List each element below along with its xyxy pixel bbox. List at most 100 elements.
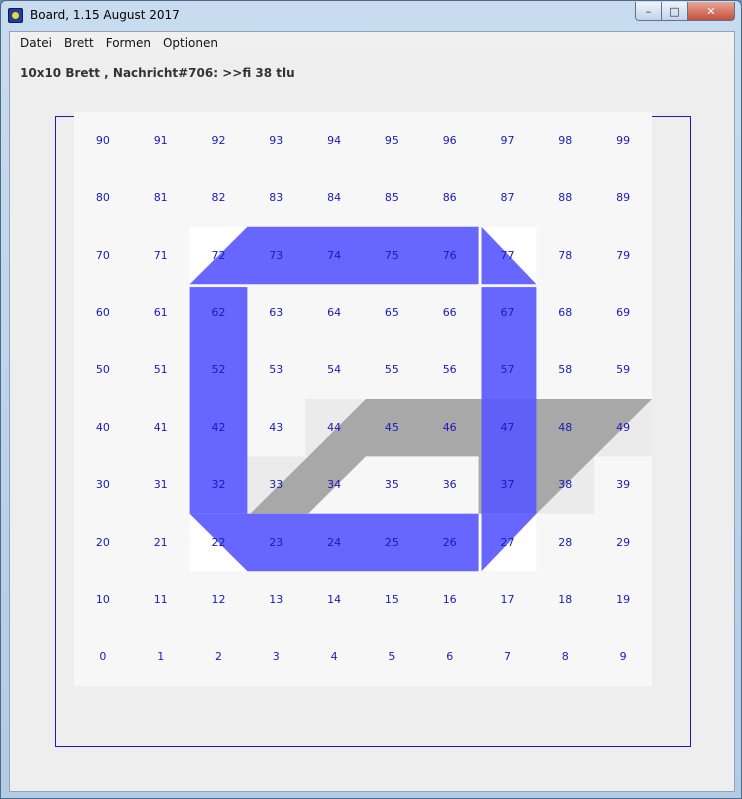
cell-number-79: 79	[616, 248, 631, 262]
cell-number-21: 21	[153, 535, 168, 549]
cell-number-64: 64	[327, 305, 342, 319]
cell-number-53: 53	[269, 363, 284, 377]
cell-number-98: 98	[558, 133, 573, 147]
cell-number-81: 81	[153, 191, 168, 205]
cell-number-84: 84	[327, 191, 342, 205]
cell-number-50: 50	[95, 363, 110, 377]
cell-number-77: 77	[500, 248, 515, 262]
cell-number-62: 62	[211, 305, 226, 319]
cell-number-46: 46	[442, 420, 457, 434]
app-icon[interactable]	[8, 8, 23, 23]
cell-number-90: 90	[95, 133, 110, 147]
maximize-button[interactable]: □	[661, 2, 688, 21]
cell-number-35: 35	[384, 478, 399, 492]
cell-number-9: 9	[619, 650, 627, 664]
cell-number-25: 25	[384, 535, 399, 549]
cell-number-11: 11	[153, 592, 168, 606]
cell-number-65: 65	[384, 305, 399, 319]
menu-formen[interactable]: Formen	[100, 36, 157, 50]
cell-number-5: 5	[388, 650, 396, 664]
cell-number-43: 43	[269, 420, 284, 434]
cell-number-78: 78	[558, 248, 573, 262]
cell-number-3: 3	[272, 650, 280, 664]
cell-number-7: 7	[504, 650, 511, 664]
cell-number-91: 91	[153, 133, 168, 147]
cell-number-44: 44	[327, 420, 342, 434]
cell-number-10: 10	[95, 592, 110, 606]
cell-number-31: 31	[153, 478, 168, 492]
cell-number-93: 93	[269, 133, 284, 147]
status-message: 10x10 Brett , Nachricht#706: >>fi 38 tlu	[20, 66, 295, 80]
menu-optionen[interactable]: Optionen	[157, 36, 224, 50]
cell-number-88: 88	[558, 191, 573, 205]
cell-number-29: 29	[616, 535, 631, 549]
cell-number-52: 52	[211, 363, 226, 377]
cell-number-37: 37	[500, 478, 515, 492]
cell-number-68: 68	[558, 305, 573, 319]
cell-number-83: 83	[269, 191, 284, 205]
cell-number-16: 16	[442, 592, 457, 606]
game-board[interactable]: 0 1 2 3 4 5 6 7 8 9 10 11 12 13 14 15 16 17 18 19 20 21 22 23 24…	[74, 112, 652, 686]
cell-number-23: 23	[269, 535, 284, 549]
close-button[interactable]: ✕	[687, 2, 735, 21]
cell-number-92: 92	[211, 133, 226, 147]
title-bar[interactable]: Board, 1.15 August 2017 – □ ✕	[1, 1, 741, 31]
cell-number-49: 49	[616, 420, 631, 434]
cell-number-32: 32	[211, 478, 226, 492]
minimize-button[interactable]: –	[635, 2, 662, 21]
cell-number-0: 0	[99, 650, 107, 664]
cell-number-24: 24	[327, 535, 342, 549]
cell-number-6: 6	[446, 650, 454, 664]
cell-number-80: 80	[95, 191, 110, 205]
cell-number-27: 27	[500, 535, 515, 549]
cell-number-33: 33	[269, 478, 284, 492]
cell-number-61: 61	[153, 305, 168, 319]
menu-bar: Datei Brett Formen Optionen	[10, 32, 734, 54]
cell-number-22: 22	[211, 535, 226, 549]
cell-number-39: 39	[616, 478, 631, 492]
cell-number-95: 95	[384, 133, 399, 147]
cell-number-71: 71	[153, 248, 168, 262]
cell-number-38: 38	[558, 478, 573, 492]
cell-number-15: 15	[384, 592, 399, 606]
cell-number-36: 36	[442, 478, 457, 492]
cell-number-47: 47	[500, 420, 515, 434]
cell-number-26: 26	[442, 535, 457, 549]
cell-number-76: 76	[442, 248, 457, 262]
cell-number-66: 66	[442, 305, 457, 319]
cell-number-85: 85	[384, 191, 399, 205]
cell-number-96: 96	[442, 133, 457, 147]
cell-number-89: 89	[616, 191, 631, 205]
cell-number-41: 41	[153, 420, 168, 434]
cell-number-82: 82	[211, 191, 226, 205]
cell-number-73: 73	[269, 248, 284, 262]
cell-number-18: 18	[558, 592, 573, 606]
cell-number-1: 1	[157, 650, 165, 664]
cell-number-55: 55	[384, 363, 399, 377]
cell-number-57: 57	[500, 363, 515, 377]
cell-number-60: 60	[95, 305, 110, 319]
cell-number-75: 75	[384, 248, 399, 262]
cell-number-54: 54	[327, 363, 342, 377]
cell-number-8: 8	[561, 650, 569, 664]
menu-brett[interactable]: Brett	[58, 36, 100, 50]
cell-number-40: 40	[95, 420, 110, 434]
cell-number-70: 70	[95, 248, 110, 262]
cell-number-45: 45	[384, 420, 399, 434]
cell-number-48: 48	[558, 420, 573, 434]
cell-number-2: 2	[215, 650, 222, 664]
app-window: Board, 1.15 August 2017 – □ ✕ Datei Bret…	[0, 0, 742, 799]
cell-number-59: 59	[616, 363, 631, 377]
cell-number-87: 87	[500, 191, 515, 205]
cell-number-17: 17	[500, 592, 515, 606]
cell-number-14: 14	[327, 592, 342, 606]
cell-number-42: 42	[211, 420, 226, 434]
menu-datei[interactable]: Datei	[14, 36, 58, 50]
cell-number-72: 72	[211, 248, 226, 262]
cell-number-99: 99	[616, 133, 631, 147]
cell-number-56: 56	[442, 363, 457, 377]
cell-number-19: 19	[616, 592, 631, 606]
cell-number-30: 30	[95, 478, 110, 492]
cell-number-51: 51	[153, 363, 168, 377]
cell-number-34: 34	[327, 478, 342, 492]
